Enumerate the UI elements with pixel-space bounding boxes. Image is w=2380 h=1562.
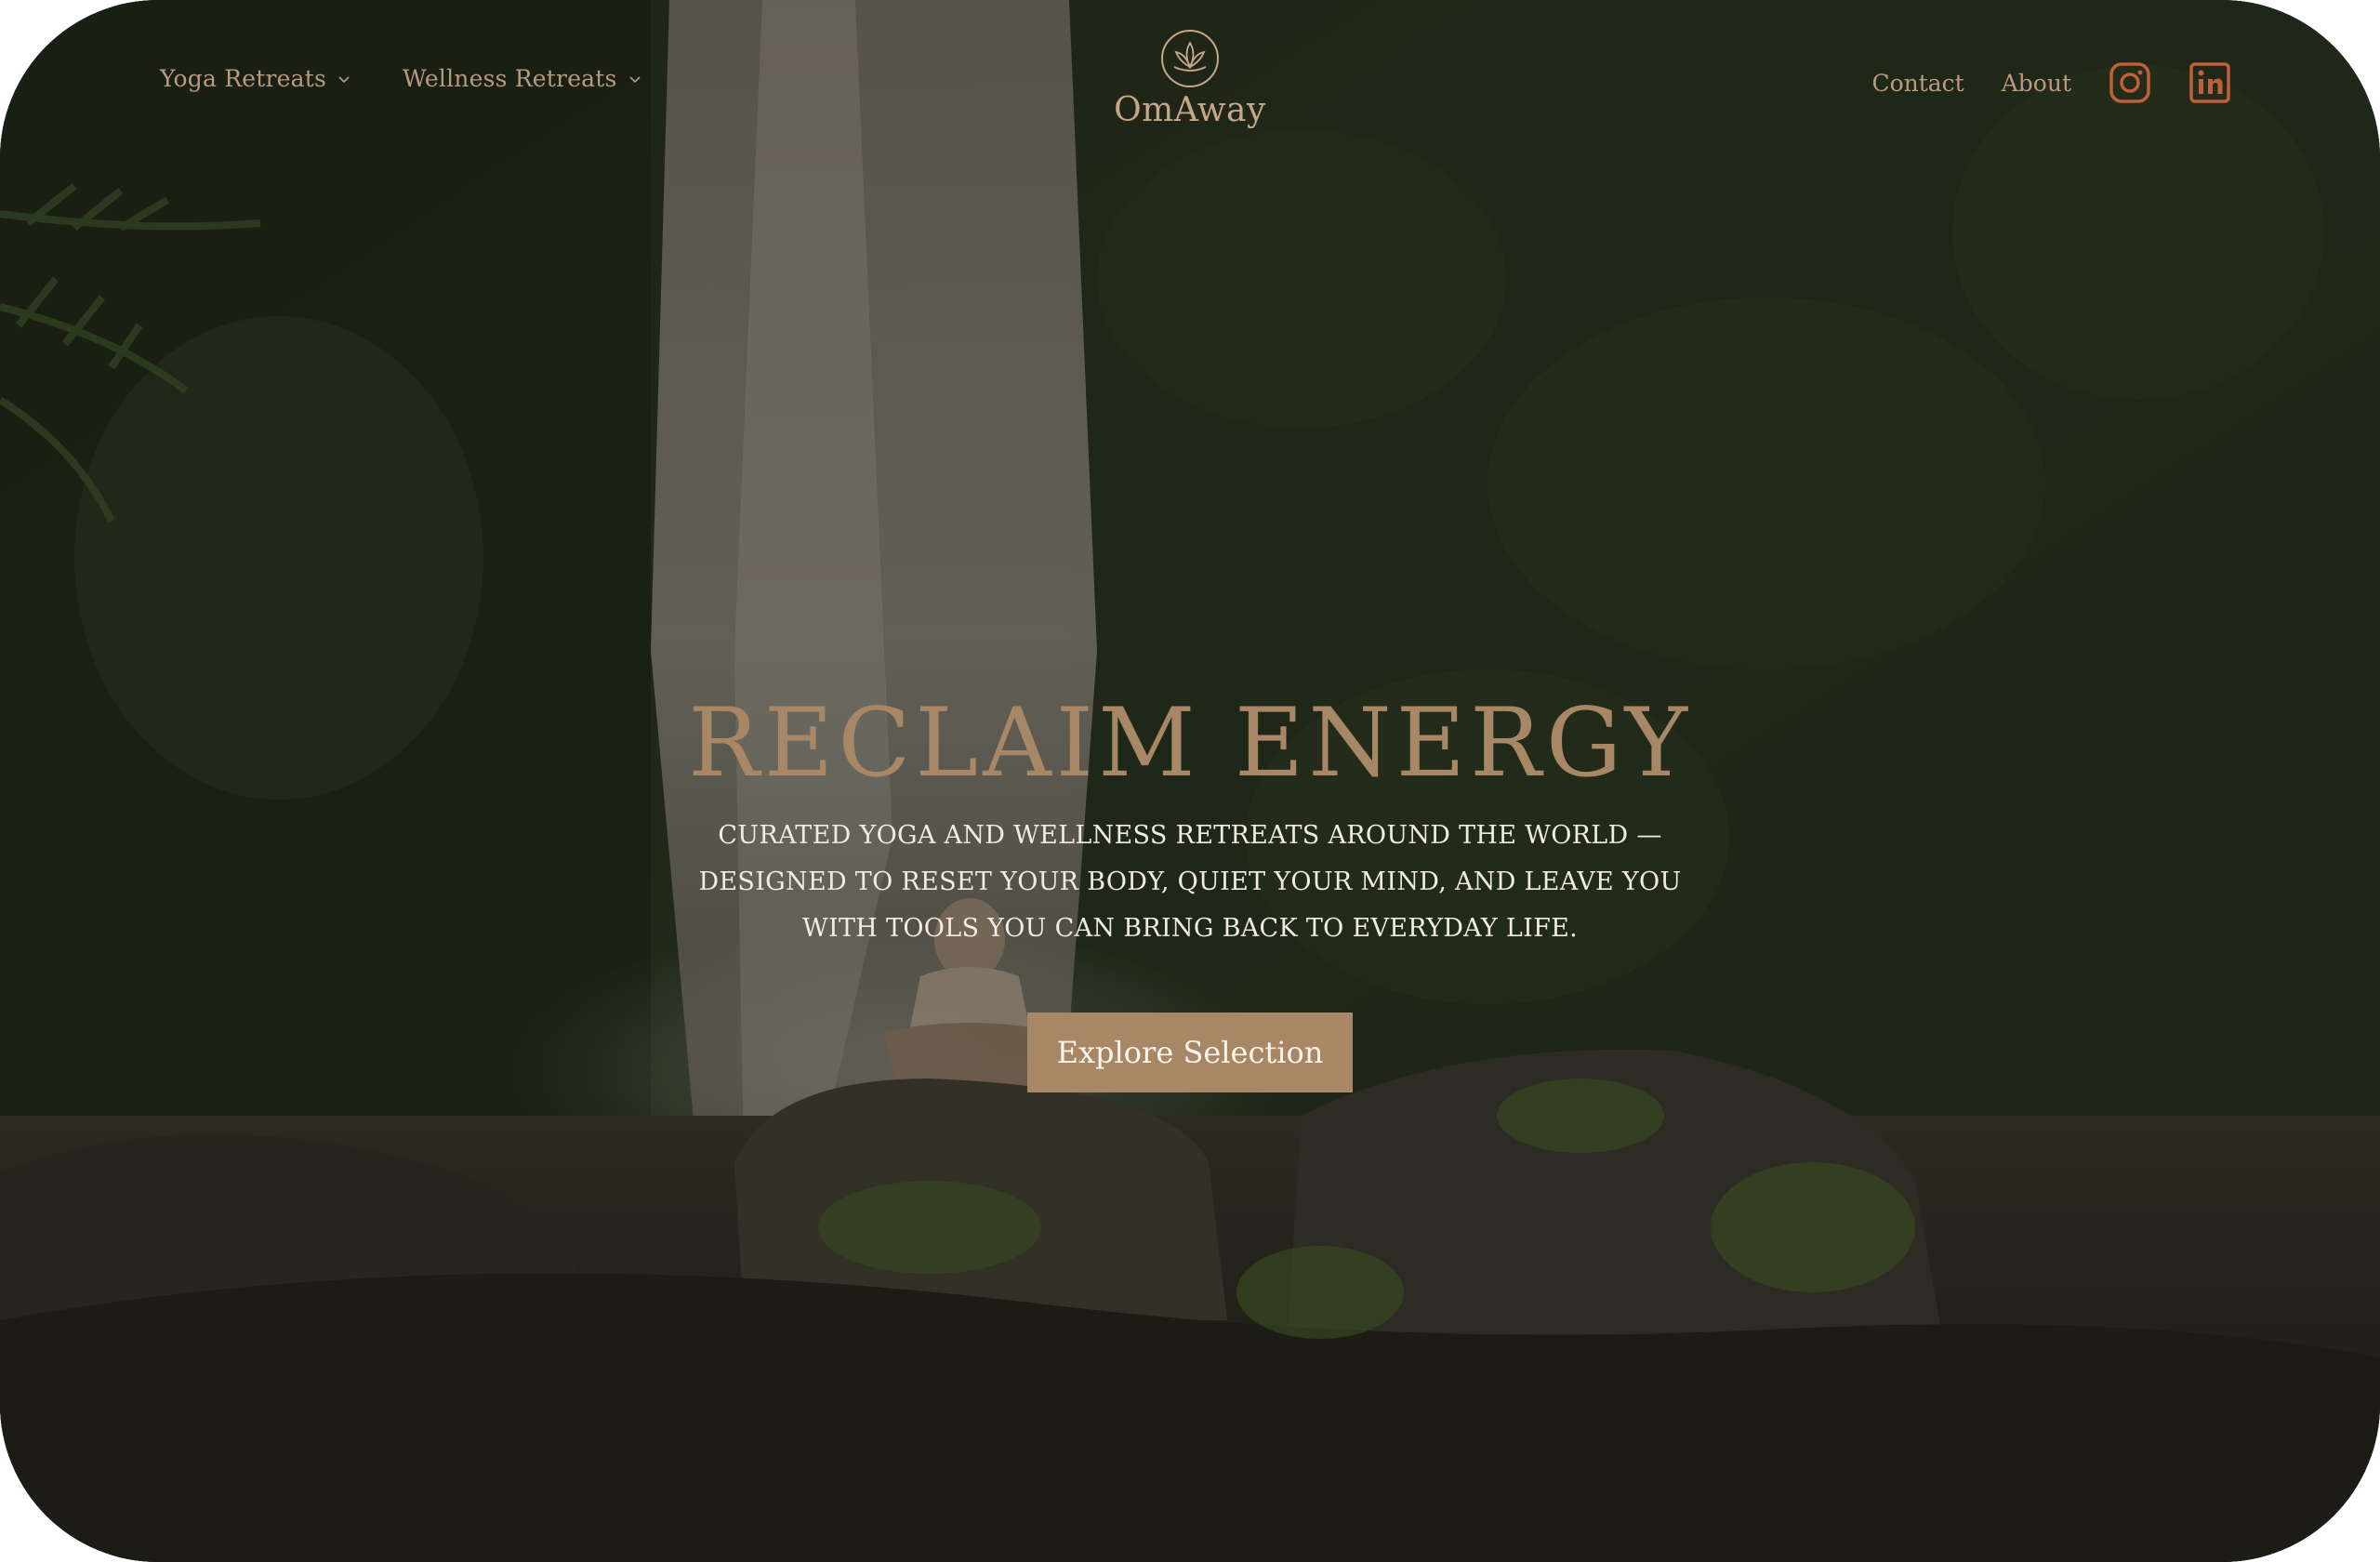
primary-nav: Yoga Retreats Wellness Retreats [160,65,641,92]
nav-wellness-retreats[interactable]: Wellness Retreats [403,65,641,92]
nav-about[interactable]: About [2002,70,2071,97]
hero-title: RECLAIM ENERGY [688,688,1692,799]
hero-subtitle: CURATED YOGA AND WELLNESS RETREATS AROUN… [698,821,1682,943]
linkedin-icon[interactable] [2188,61,2231,104]
nav-contact[interactable]: Contact [1871,70,1964,97]
page-frame: Yoga Retreats Wellness Retreats OmAway C… [0,0,2380,1562]
nav-label: Wellness Retreats [403,65,617,92]
explore-selection-button[interactable]: Explore Selection [1026,1013,1354,1092]
secondary-nav: Contact About [1871,61,2231,104]
lotus-icon [1161,30,1219,87]
hero-section: RECLAIM ENERGY CURATED YOGA AND WELLNESS… [0,688,2380,1092]
chevron-down-icon [629,75,641,83]
site-header: Yoga Retreats Wellness Retreats OmAway C… [0,0,2380,167]
chevron-down-icon [338,75,350,83]
instagram-icon[interactable] [2109,61,2151,104]
brand-logo[interactable]: OmAway [1097,28,1283,129]
nav-label: Yoga Retreats [160,65,327,92]
nav-yoga-retreats[interactable]: Yoga Retreats [160,65,350,92]
brand-name: OmAway [1114,91,1266,129]
